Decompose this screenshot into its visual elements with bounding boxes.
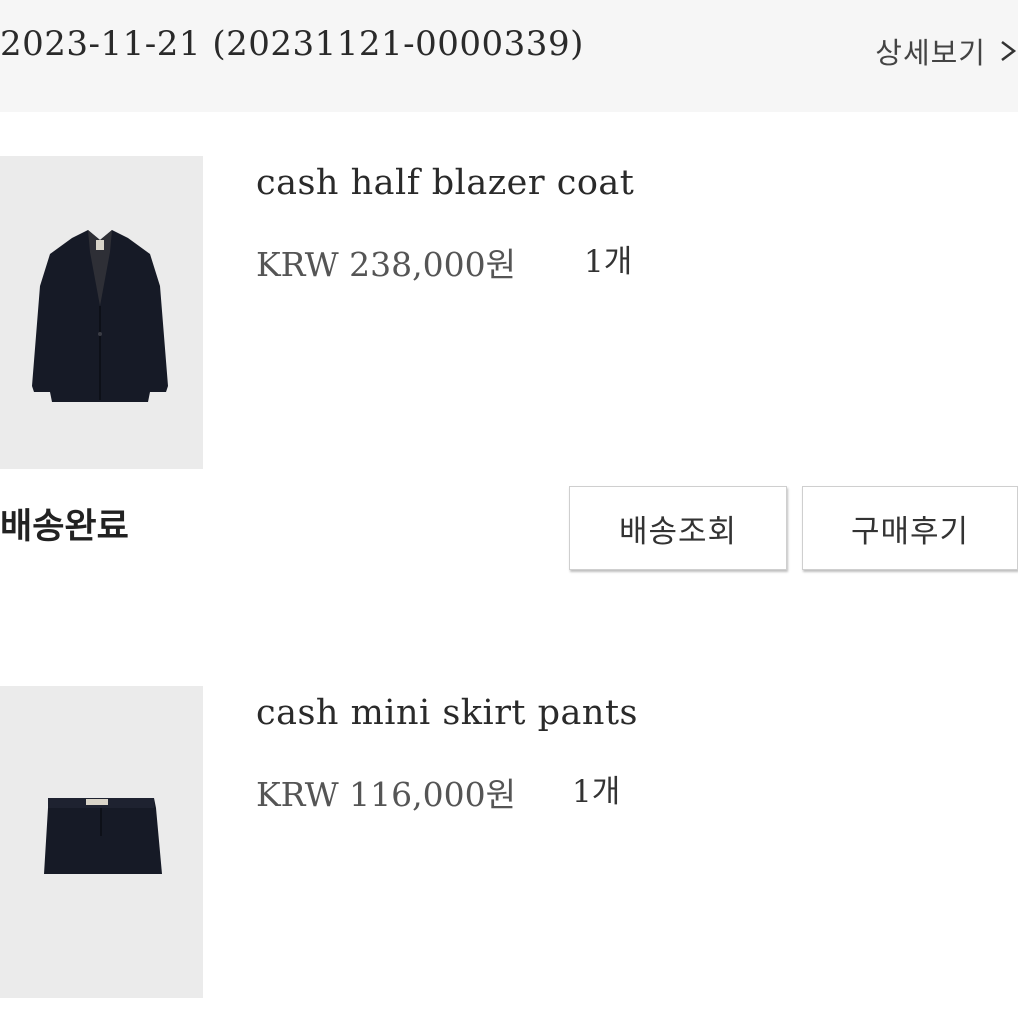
skirt-image bbox=[0, 686, 203, 998]
product-quantity: 1개 bbox=[584, 244, 633, 280]
product-name[interactable]: cash half blazer coat bbox=[256, 163, 634, 203]
detail-link-label: 상세보기 bbox=[875, 36, 986, 70]
product-name[interactable]: cash mini skirt pants bbox=[256, 693, 638, 733]
chevron-right-icon bbox=[1000, 34, 1018, 68]
product-thumbnail-blazer[interactable] bbox=[0, 156, 203, 469]
track-delivery-button[interactable]: 배송조회 bbox=[569, 486, 787, 570]
product-price: KRW 238,000원 bbox=[256, 245, 517, 284]
delivery-status: 배송완료 bbox=[0, 507, 129, 547]
product-price: KRW 116,000원 bbox=[256, 775, 517, 814]
product-thumbnail-skirt[interactable] bbox=[0, 686, 203, 998]
write-review-button[interactable]: 구매후기 bbox=[802, 486, 1018, 570]
order-detail-link[interactable]: 상세보기 bbox=[875, 30, 1018, 72]
order-header: 2023-11-21 (20231121-0000339) 상세보기 bbox=[0, 0, 1018, 112]
order-history-page: 2023-11-21 (20231121-0000339) 상세보기 cash … bbox=[0, 0, 1018, 1018]
product-quantity: 1개 bbox=[572, 774, 621, 810]
blazer-image bbox=[0, 156, 203, 469]
order-date-number: 2023-11-21 (20231121-0000339) bbox=[0, 24, 584, 64]
